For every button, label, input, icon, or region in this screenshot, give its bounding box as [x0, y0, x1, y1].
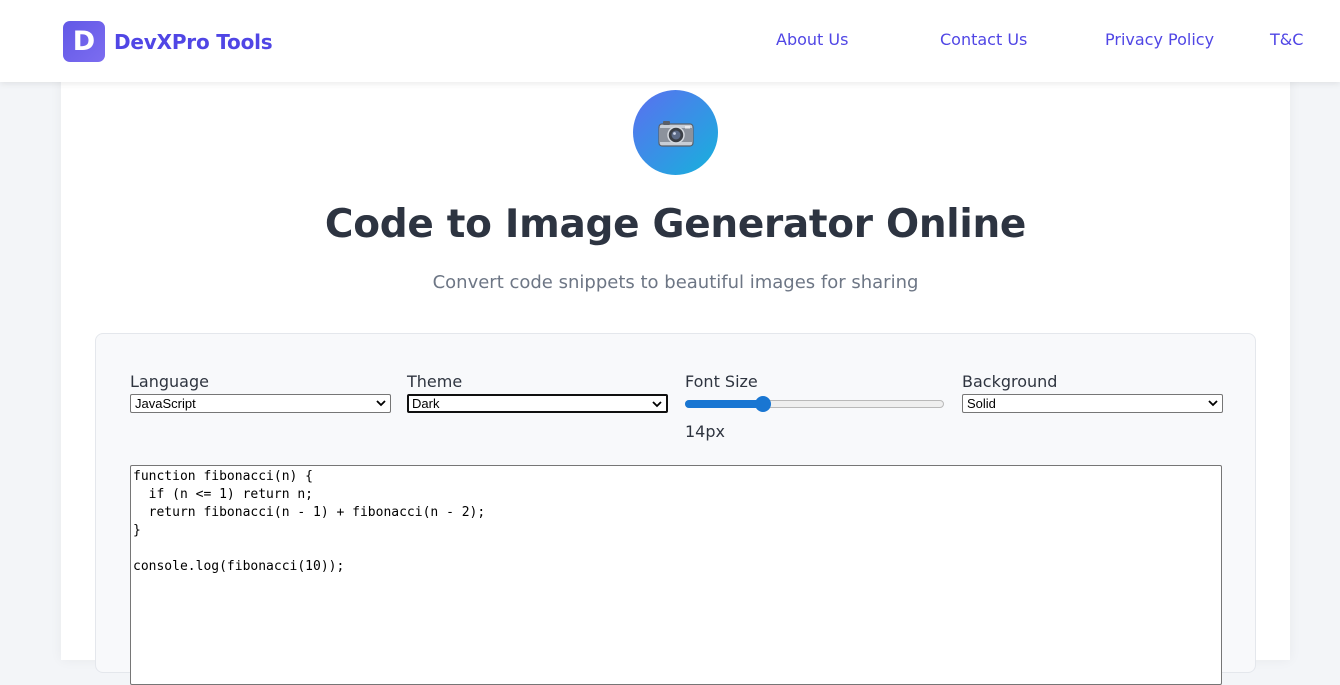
camera-icon [633, 90, 718, 175]
background-selected-value: Solid [967, 396, 996, 411]
brand-name: DevXPro Tools [114, 29, 273, 54]
background-label: Background [962, 372, 1058, 391]
font-size-slider[interactable] [685, 394, 944, 413]
slider-fill [685, 400, 763, 408]
code-input[interactable]: function fibonacci(n) { if (n <= 1) retu… [130, 465, 1222, 685]
chevron-down-icon [376, 400, 386, 407]
font-size-label: Font Size [685, 372, 758, 391]
page-subtitle: Convert code snippets to beautiful image… [432, 272, 919, 293]
theme-selected-value: Dark [412, 396, 440, 411]
site-header: D DevXPro Tools About Us Contact Us Priv… [0, 0, 1340, 82]
language-label: Language [130, 372, 209, 391]
font-size-control: Font Size 14px [685, 372, 946, 441]
theme-control: Theme Dark [407, 372, 668, 413]
language-selected-value: JavaScript [135, 396, 196, 411]
brand-logo[interactable]: D DevXPro Tools [63, 21, 273, 62]
theme-label: Theme [407, 372, 463, 391]
logo-icon: D [63, 21, 105, 62]
generator-panel: Language JavaScript Theme Dark Font Size… [95, 333, 1256, 685]
page-title: Code to Image Generator Online [324, 202, 1027, 247]
language-select[interactable]: JavaScript [130, 394, 391, 413]
nav-contact-us[interactable]: Contact Us [940, 30, 1027, 49]
chevron-down-icon [1208, 400, 1218, 407]
chevron-down-icon [652, 401, 662, 408]
nav-terms[interactable]: T&C [1270, 30, 1303, 49]
background-select[interactable]: Solid [962, 394, 1223, 413]
language-control: Language JavaScript [130, 372, 391, 413]
slider-thumb[interactable] [755, 396, 771, 412]
font-size-value: 14px [685, 422, 725, 441]
nav-about-us[interactable]: About Us [776, 30, 848, 49]
nav-privacy-policy[interactable]: Privacy Policy [1105, 30, 1214, 49]
theme-select[interactable]: Dark [407, 394, 668, 413]
tool-card: Code to Image Generator Online Convert c… [61, 60, 1290, 685]
background-control: Background Solid [962, 372, 1223, 413]
